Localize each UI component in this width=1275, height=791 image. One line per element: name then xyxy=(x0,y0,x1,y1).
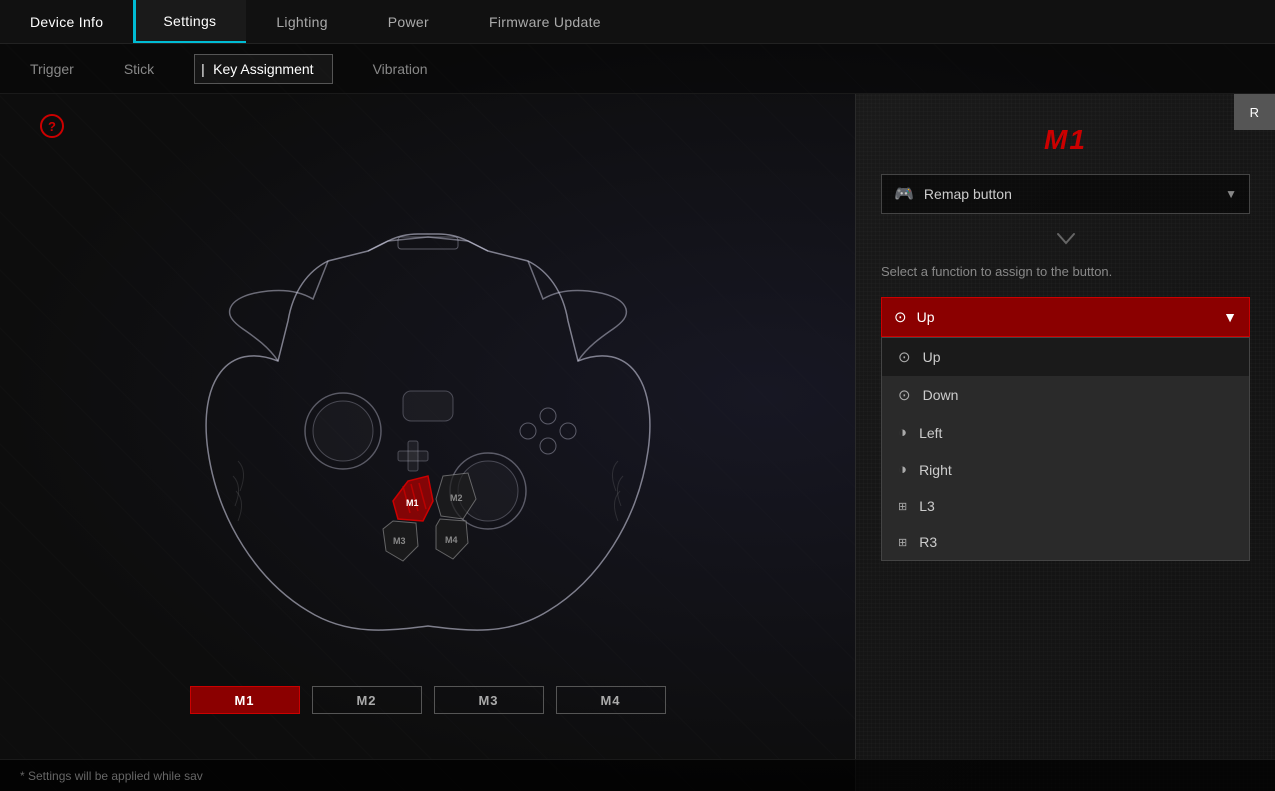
svg-text:M2: M2 xyxy=(450,493,463,503)
nav-firmware[interactable]: Firmware Update xyxy=(459,0,631,43)
nav-lighting[interactable]: Lighting xyxy=(246,0,357,43)
m3-button[interactable]: M3 xyxy=(434,686,544,714)
panel-title: M1 xyxy=(881,124,1250,156)
option-left[interactable]: ◑ Left xyxy=(882,414,1249,451)
main-content: ? xyxy=(0,94,1275,791)
option-left-icon: ◑ xyxy=(898,424,907,441)
m1-button[interactable]: M1 xyxy=(190,686,300,714)
function-dropdown-header[interactable]: ⊙ Up ▼ xyxy=(881,297,1250,337)
controller-area: ? xyxy=(0,94,855,791)
option-down-label: Down xyxy=(923,387,959,403)
option-left-label: Left xyxy=(919,425,942,441)
option-l3-icon: ⊞ xyxy=(898,500,907,513)
option-right-icon: ◑ xyxy=(898,461,907,478)
right-panel: M1 🎮 Remap button ▼ Select a function to… xyxy=(855,94,1275,791)
panel-description: Select a function to assign to the butto… xyxy=(881,264,1250,279)
m4-button[interactable]: M4 xyxy=(556,686,666,714)
gamepad-icon: 🎮 xyxy=(894,184,914,204)
nav-power[interactable]: Power xyxy=(358,0,459,43)
sub-nav: Trigger Stick Key Assignment Vibration xyxy=(0,44,1275,94)
option-r3-label: R3 xyxy=(919,534,937,550)
option-up[interactable]: ⊙ Up xyxy=(882,338,1249,376)
function-dropdown-arrow: ▼ xyxy=(1223,309,1237,325)
help-icon[interactable]: ? xyxy=(40,114,64,138)
function-dropdown: ⊙ Up ▼ ⊙ Up ⊙ Down ◑ Left xyxy=(881,297,1250,337)
remap-dropdown-arrow: ▼ xyxy=(1225,187,1237,201)
svg-text:M1: M1 xyxy=(406,498,419,508)
option-up-icon: ⊙ xyxy=(898,348,911,366)
subnav-stick[interactable]: Stick xyxy=(114,55,164,83)
svg-text:M3: M3 xyxy=(393,536,406,546)
option-r3-icon: ⊞ xyxy=(898,536,907,549)
nav-settings[interactable]: Settings xyxy=(133,0,246,43)
status-text: * Settings will be applied while sav xyxy=(20,769,203,783)
option-down[interactable]: ⊙ Down xyxy=(882,376,1249,414)
option-up-label: Up xyxy=(923,349,941,365)
subnav-vibration[interactable]: Vibration xyxy=(363,55,438,83)
remap-dropdown-wrapper: 🎮 Remap button ▼ xyxy=(881,174,1250,214)
subnav-key-assignment[interactable]: Key Assignment xyxy=(194,54,332,84)
option-down-icon: ⊙ xyxy=(898,386,911,404)
option-l3-label: L3 xyxy=(919,498,935,514)
svg-text:M4: M4 xyxy=(445,535,458,545)
dpad-up-icon: ⊙ xyxy=(894,308,907,326)
option-r3[interactable]: ⊞ R3 xyxy=(882,524,1249,560)
selected-function-label: Up xyxy=(917,309,935,325)
m2-button[interactable]: M2 xyxy=(312,686,422,714)
subnav-trigger[interactable]: Trigger xyxy=(20,55,84,83)
nav-device-info[interactable]: Device Info xyxy=(0,0,133,43)
option-right-label: Right xyxy=(919,462,952,478)
status-bar: * Settings will be applied while sav xyxy=(0,759,1275,791)
option-l3[interactable]: ⊞ L3 xyxy=(882,488,1249,524)
chevron-divider xyxy=(881,232,1250,246)
m-buttons-row: M1 M2 M3 M4 xyxy=(190,686,666,714)
save-button[interactable]: R xyxy=(1234,94,1275,130)
function-dropdown-list: ⊙ Up ⊙ Down ◑ Left ◑ Right ⊞ L3 xyxy=(881,337,1250,561)
remap-label: Remap button xyxy=(924,186,1012,202)
top-nav: Device Info Settings Lighting Power Firm… xyxy=(0,0,1275,44)
remap-dropdown[interactable]: 🎮 Remap button ▼ xyxy=(881,174,1250,214)
option-right[interactable]: ◑ Right xyxy=(882,451,1249,488)
controller-image: M1 M2 M3 M4 xyxy=(148,161,708,646)
